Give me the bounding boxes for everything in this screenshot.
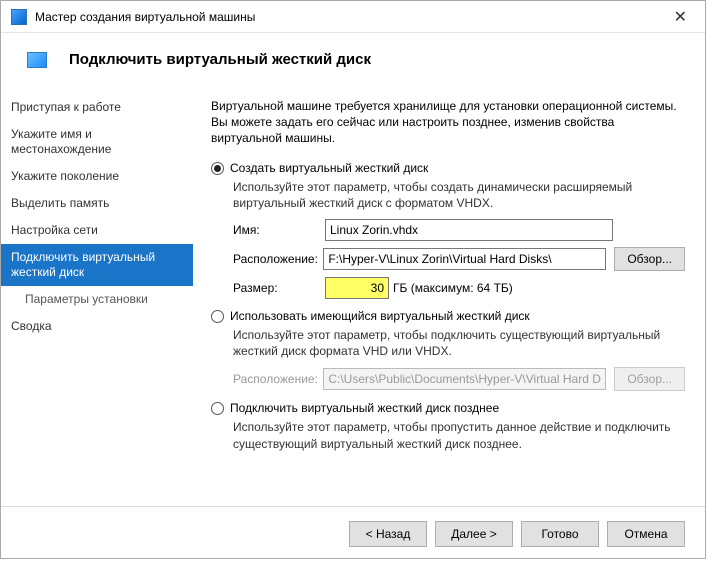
sidebar-item-install[interactable]: Параметры установки [1,286,193,313]
finish-button[interactable]: Готово [521,521,599,547]
sidebar-item-summary[interactable]: Сводка [1,313,193,340]
location-label: Расположение: [233,252,323,266]
option-create-disk: Создать виртуальный жесткий диск Использ… [211,161,685,299]
sidebar-item-memory[interactable]: Выделить память [1,190,193,217]
wizard-steps-sidebar: Приступая к работе Укажите имя и местона… [1,86,193,506]
sidebar-item-start[interactable]: Приступая к работе [1,94,193,121]
radio-attach-later[interactable] [211,402,224,415]
option-later-desc: Используйте этот параметр, чтобы пропуст… [233,419,685,451]
option-create-desc: Используйте этот параметр, чтобы создать… [233,179,685,211]
option-attach-later: Подключить виртуальный жесткий диск позд… [211,401,685,451]
disk-size-input[interactable] [325,277,389,299]
sidebar-item-name[interactable]: Укажите имя и местонахождение [1,121,193,163]
option-existing-title: Использовать имеющийся виртуальный жестк… [230,309,530,323]
back-button[interactable]: < Назад [349,521,427,547]
option-existing-disk: Использовать имеющийся виртуальный жестк… [211,309,685,391]
browse-button[interactable]: Обзор... [614,247,685,271]
page-title: Подключить виртуальный жесткий диск [69,51,371,68]
close-icon[interactable]: ✕ [666,7,695,27]
cancel-button[interactable]: Отмена [607,521,685,547]
option-later-title: Подключить виртуальный жесткий диск позд… [230,401,499,415]
wizard-footer: < Назад Далее > Готово Отмена [1,506,705,561]
existing-location-label: Расположение: [233,372,323,386]
page-header: Подключить виртуальный жесткий диск [1,33,705,86]
sidebar-item-network[interactable]: Настройка сети [1,217,193,244]
option-existing-desc: Используйте этот параметр, чтобы подключ… [233,327,685,359]
header-icon [27,52,47,68]
disk-name-input[interactable] [325,219,613,241]
radio-create-disk[interactable] [211,162,224,175]
titlebar: Мастер создания виртуальной машины ✕ [1,1,705,33]
size-unit: ГБ (максимум: 64 ТБ) [393,281,513,295]
sidebar-item-generation[interactable]: Укажите поколение [1,163,193,190]
radio-existing-disk[interactable] [211,310,224,323]
existing-location-input [323,368,606,390]
intro-text: Виртуальной машине требуется хранилище д… [211,98,685,147]
disk-location-input[interactable] [323,248,606,270]
option-create-title: Создать виртуальный жесткий диск [230,161,428,175]
content-area: Виртуальной машине требуется хранилище д… [193,86,705,506]
next-button[interactable]: Далее > [435,521,513,547]
browse-existing-button: Обзор... [614,367,685,391]
window-title: Мастер создания виртуальной машины [35,10,666,24]
sidebar-item-disk[interactable]: Подключить виртуальный жесткий диск [1,244,193,286]
size-label: Размер: [233,281,325,295]
app-icon [11,9,27,25]
name-label: Имя: [233,223,325,237]
